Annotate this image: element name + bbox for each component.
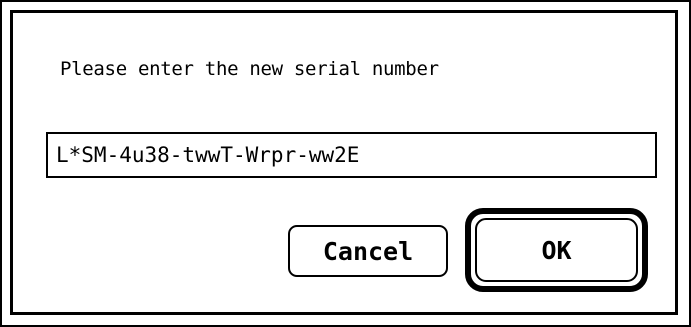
serial-number-dialog: Please enter the new serial number L*SM-… [0, 0, 691, 327]
serial-number-field[interactable]: L*SM-4u38-twwT-Wrpr-ww2E [46, 132, 657, 178]
ok-button[interactable]: OK [475, 218, 638, 282]
cancel-button[interactable]: Cancel [288, 225, 448, 277]
prompt-text: Please enter the new serial number [60, 58, 439, 80]
